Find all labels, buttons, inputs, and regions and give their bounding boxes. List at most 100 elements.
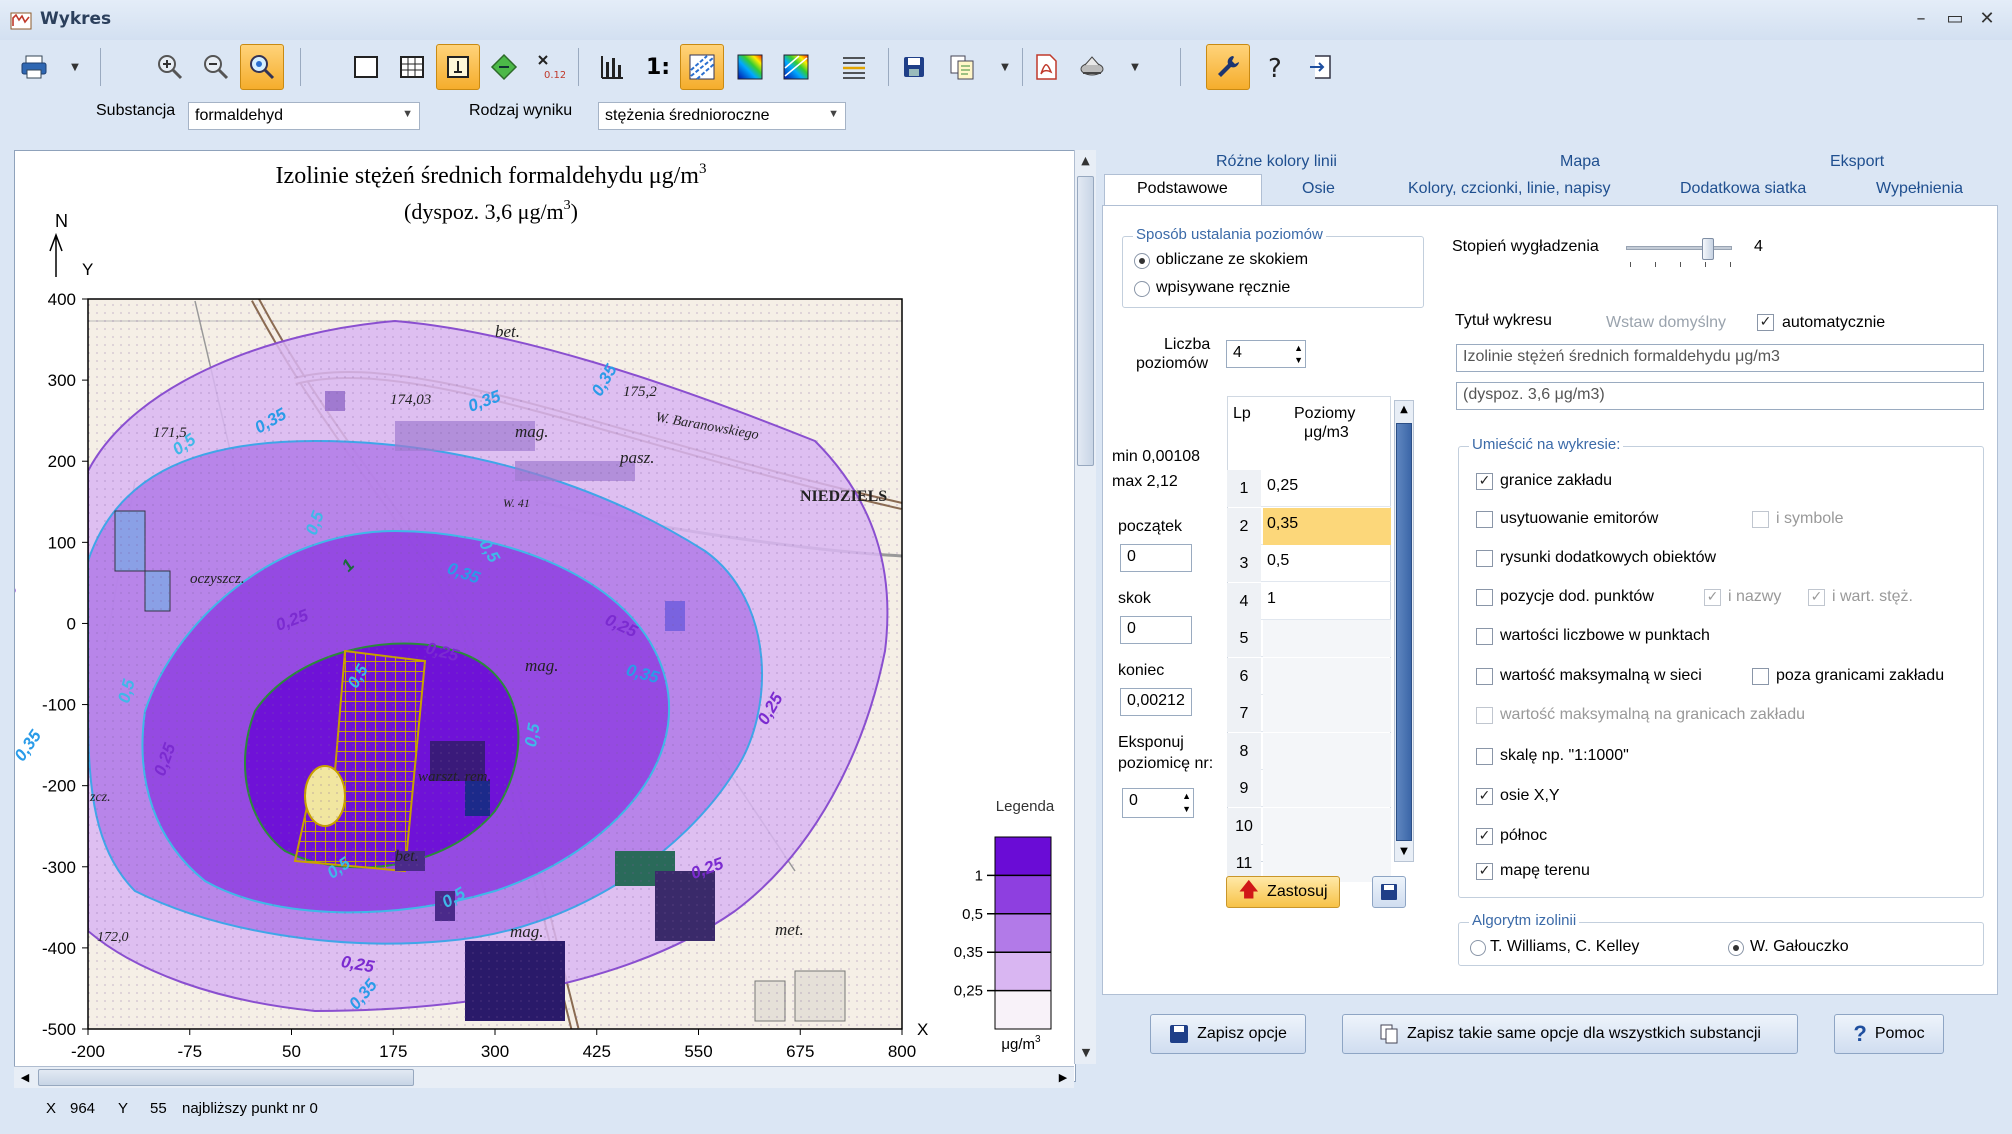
chk-north[interactable]: ✓ bbox=[1476, 828, 1493, 845]
table-row[interactable]: 2 0,35 bbox=[1227, 507, 1391, 545]
insert-default-link[interactable]: Wstaw domyślny bbox=[1606, 314, 1726, 332]
scroll-right-arrow[interactable]: ▶ bbox=[1052, 1067, 1074, 1089]
grid-row-value[interactable]: 0,25 bbox=[1263, 470, 1391, 507]
print-button[interactable] bbox=[12, 44, 56, 90]
grid-vertical-scrollbar[interactable]: ▲ ▼ bbox=[1394, 400, 1414, 862]
help-button[interactable]: ? bbox=[1254, 44, 1298, 90]
grid-row-value[interactable] bbox=[1263, 657, 1391, 695]
chk-emitters[interactable] bbox=[1476, 511, 1493, 528]
info-button[interactable] bbox=[436, 44, 480, 90]
spin-arrows-icon[interactable]: ▲ ▼ bbox=[1182, 790, 1191, 816]
scroll-thumb[interactable] bbox=[1077, 176, 1094, 466]
grid-row-value[interactable]: 1 bbox=[1263, 583, 1391, 620]
radio-calculated[interactable] bbox=[1134, 253, 1150, 269]
chk-max-grid[interactable] bbox=[1476, 668, 1493, 685]
isolines-button[interactable] bbox=[680, 44, 724, 90]
grid-row-value[interactable]: 0,5 bbox=[1263, 545, 1391, 582]
scroll-thumb[interactable] bbox=[38, 1069, 414, 1086]
grid-button[interactable] bbox=[390, 44, 434, 90]
tab-basic[interactable]: Podstawowe bbox=[1104, 174, 1262, 206]
table-row[interactable]: 8 bbox=[1227, 732, 1391, 770]
tab-extra-grid[interactable]: Dodatkowa siatka bbox=[1680, 180, 1806, 198]
copy-dropdown[interactable]: ▼ bbox=[994, 44, 1016, 90]
copy-button[interactable] bbox=[940, 44, 984, 90]
chk-borders[interactable]: ✓ bbox=[1476, 473, 1493, 490]
grid-row-value[interactable] bbox=[1263, 732, 1391, 770]
pdf-button[interactable] bbox=[1024, 44, 1068, 90]
gradient-fill-button[interactable] bbox=[728, 44, 772, 90]
chk-values[interactable]: ✓ bbox=[1808, 589, 1825, 606]
table-row[interactable]: 5 bbox=[1227, 620, 1391, 657]
scroll-up-arrow[interactable]: ▲ bbox=[1075, 150, 1096, 172]
tab-map[interactable]: Mapa bbox=[1560, 153, 1600, 171]
substance-select[interactable]: formaldehyd ▼ bbox=[188, 102, 420, 130]
print-dropdown[interactable]: ▼ bbox=[64, 44, 86, 90]
table-row[interactable]: 1 0,25 bbox=[1227, 470, 1391, 507]
result-type-select[interactable]: stężenia średnioroczne ▼ bbox=[598, 102, 846, 130]
maximize-button[interactable]: ▭ bbox=[1940, 6, 1970, 32]
chk-names[interactable]: ✓ bbox=[1704, 589, 1721, 606]
chk-points[interactable] bbox=[1476, 589, 1493, 606]
chk-axes[interactable]: ✓ bbox=[1476, 788, 1493, 805]
levels-count-spinner[interactable]: 4 ▲ ▼ bbox=[1226, 340, 1306, 368]
save-button[interactable] bbox=[892, 44, 936, 90]
value-marker-button[interactable]: 0.12 bbox=[528, 44, 572, 90]
radio-algo-williams[interactable] bbox=[1470, 940, 1486, 956]
minimize-button[interactable]: – bbox=[1906, 6, 1936, 32]
table-row[interactable]: 6 bbox=[1227, 657, 1391, 695]
emitter-button[interactable] bbox=[482, 44, 526, 90]
chk-numeric[interactable] bbox=[1476, 628, 1493, 645]
scroll-up-arrow[interactable]: ▲ bbox=[1395, 401, 1413, 419]
scroll-left-arrow[interactable]: ◀ bbox=[14, 1067, 36, 1089]
tab-colors-fonts[interactable]: Kolory, czcionki, linie, napisy bbox=[1408, 180, 1610, 198]
scale-button[interactable]: 1: bbox=[636, 44, 680, 90]
step-input[interactable]: 0 bbox=[1120, 616, 1192, 644]
table-row[interactable]: 41 bbox=[1227, 582, 1391, 620]
tab-colors-lines[interactable]: Różne kolory linii bbox=[1216, 153, 1337, 171]
radio-manual[interactable] bbox=[1134, 281, 1150, 297]
end-input[interactable]: 0,00212 bbox=[1120, 688, 1192, 716]
chk-scale[interactable] bbox=[1476, 748, 1493, 765]
help-bottom-button[interactable]: ? Pomoc bbox=[1834, 1014, 1944, 1054]
chart-vertical-scrollbar[interactable]: ▲ ▼ bbox=[1074, 150, 1096, 1064]
tab-axes[interactable]: Osie bbox=[1302, 180, 1335, 198]
zoom-out-button[interactable] bbox=[194, 44, 238, 90]
save-all-button[interactable]: Zapisz takie same opcje dla wszystkich s… bbox=[1342, 1014, 1798, 1054]
save-levels-button[interactable] bbox=[1372, 876, 1406, 908]
scroll-down-arrow[interactable]: ▼ bbox=[1395, 843, 1413, 861]
legend-lines-button[interactable] bbox=[832, 44, 876, 90]
chk-outside[interactable] bbox=[1752, 668, 1769, 685]
scroll-thumb[interactable] bbox=[1396, 423, 1412, 841]
export-dropdown[interactable]: ▼ bbox=[1124, 44, 1146, 90]
scroll-down-arrow[interactable]: ▼ bbox=[1075, 1042, 1097, 1064]
auto-title-checkbox[interactable]: ✓ bbox=[1757, 314, 1774, 331]
grid-row-value[interactable] bbox=[1263, 695, 1391, 732]
chart-horizontal-scrollbar[interactable]: ◀ ▶ bbox=[14, 1066, 1074, 1088]
apply-button[interactable]: 🡅 Zastosuj bbox=[1226, 876, 1340, 908]
start-input[interactable]: 0 bbox=[1120, 544, 1192, 572]
zoom-in-button[interactable] bbox=[148, 44, 192, 90]
smoothing-slider[interactable] bbox=[1626, 236, 1736, 270]
subtitle-input[interactable]: (dyspoz. 3,6 μg/m3) bbox=[1456, 382, 1984, 410]
grid-row-value[interactable] bbox=[1263, 620, 1391, 657]
radio-algo-galouczko[interactable] bbox=[1728, 940, 1744, 956]
table-row[interactable]: 10 bbox=[1227, 807, 1391, 845]
table-row[interactable]: 3 0,5 bbox=[1227, 545, 1391, 582]
export-map-button[interactable] bbox=[1070, 44, 1114, 90]
table-row[interactable]: 7 bbox=[1227, 695, 1391, 732]
slider-thumb[interactable] bbox=[1702, 238, 1714, 260]
title-input[interactable]: Izolinie stężeń średnich formaldehydu μg… bbox=[1456, 344, 1984, 372]
grid-row-value[interactable]: 0,35 bbox=[1263, 507, 1391, 545]
chart-type-button[interactable] bbox=[590, 44, 634, 90]
chk-map[interactable]: ✓ bbox=[1476, 863, 1493, 880]
frame-button[interactable] bbox=[344, 44, 388, 90]
table-row[interactable]: 9 bbox=[1227, 770, 1391, 807]
spin-arrows-icon[interactable]: ▲ ▼ bbox=[1294, 342, 1303, 366]
grid-row-value[interactable] bbox=[1263, 770, 1391, 807]
close-button[interactable]: ✕ bbox=[1972, 6, 2002, 32]
chk-symbols[interactable] bbox=[1752, 511, 1769, 528]
settings-button[interactable] bbox=[1206, 44, 1250, 90]
chk-drawings[interactable] bbox=[1476, 550, 1493, 567]
expose-spinner[interactable]: 0 ▲ ▼ bbox=[1122, 788, 1194, 818]
chk-max-border[interactable] bbox=[1476, 707, 1493, 724]
